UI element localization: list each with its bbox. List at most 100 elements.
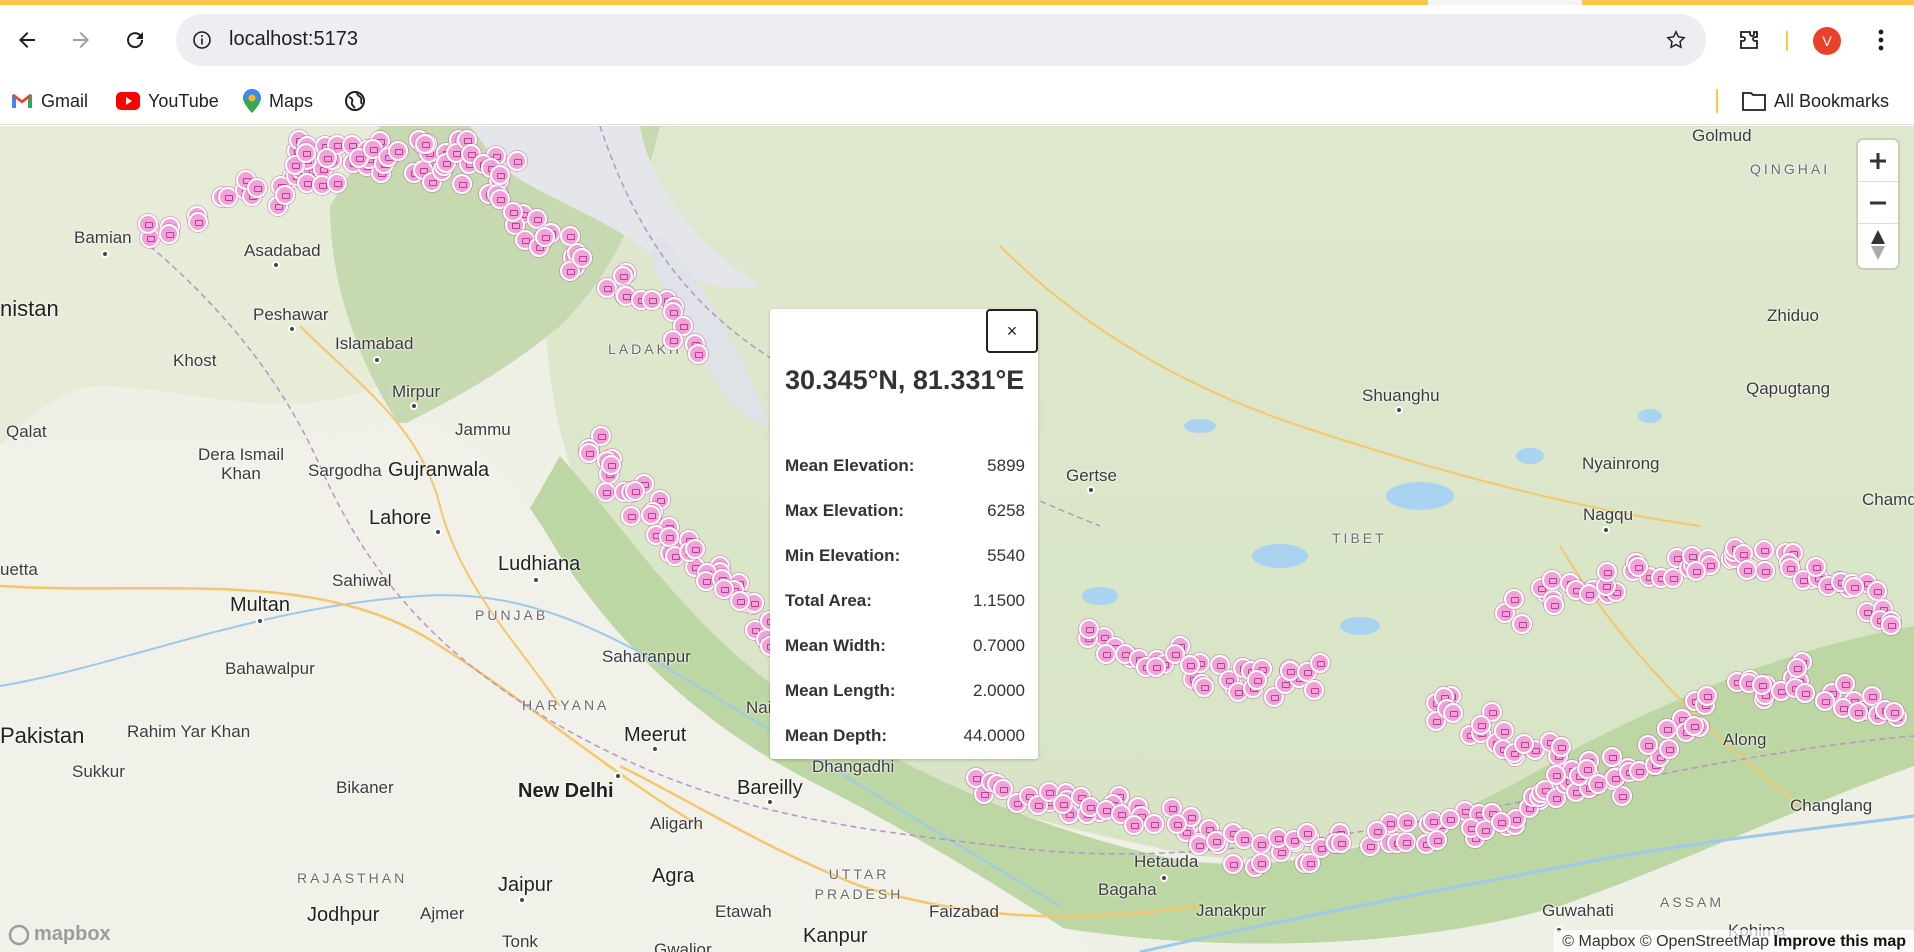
lake-marker[interactable] <box>685 539 705 559</box>
lake-marker[interactable] <box>1512 614 1532 634</box>
lake-marker[interactable] <box>1494 721 1514 741</box>
lake-marker[interactable] <box>1491 812 1511 832</box>
lake-marker[interactable] <box>1787 658 1807 678</box>
zoom-in-button[interactable] <box>1858 140 1898 182</box>
lake-marker[interactable] <box>1247 670 1267 690</box>
lake-marker[interactable] <box>1427 830 1447 850</box>
forward-button[interactable] <box>63 22 99 58</box>
back-button[interactable] <box>9 22 45 58</box>
bookmark-maps[interactable]: Maps <box>243 85 313 117</box>
lake-marker[interactable] <box>1544 595 1564 615</box>
lake-marker[interactable] <box>579 443 599 463</box>
url-text[interactable]: localhost:5173 <box>229 28 358 51</box>
lake-marker[interactable] <box>1443 703 1463 723</box>
lake-marker[interactable] <box>1551 737 1571 757</box>
lake-marker[interactable] <box>641 505 661 525</box>
lake-marker[interactable] <box>1752 675 1772 695</box>
extensions-button[interactable] <box>1732 23 1766 57</box>
lake-marker[interactable] <box>1180 655 1200 675</box>
lake-marker[interactable] <box>642 290 662 310</box>
bookmark-globe[interactable] <box>344 85 374 117</box>
lake-marker[interactable] <box>388 141 408 161</box>
lake-marker[interactable] <box>415 134 435 154</box>
mapbox-logo[interactable]: mapbox <box>8 923 111 946</box>
lake-marker[interactable] <box>572 248 592 268</box>
improve-map-link[interactable]: Improve this map <box>1774 933 1906 950</box>
lake-marker[interactable] <box>1881 615 1901 635</box>
lake-marker[interactable] <box>1367 821 1387 841</box>
lake-marker[interactable] <box>596 482 616 502</box>
lake-marker[interactable] <box>601 455 621 475</box>
lake-marker[interactable] <box>159 224 179 244</box>
lake-marker[interactable] <box>1514 734 1534 754</box>
lake-marker[interactable] <box>1167 814 1187 834</box>
attribution-osm-link[interactable]: © OpenStreetMap <box>1640 933 1769 950</box>
lake-marker[interactable] <box>663 330 683 350</box>
lake-marker[interactable] <box>317 148 337 168</box>
lake-marker[interactable] <box>1331 833 1351 853</box>
lake-marker[interactable] <box>1795 683 1815 703</box>
attribution-mapbox-link[interactable]: © Mapbox <box>1562 933 1635 950</box>
lake-marker[interactable] <box>1542 570 1562 590</box>
browser-menu-button[interactable] <box>1864 23 1898 57</box>
lake-marker[interactable] <box>1844 577 1864 597</box>
lake-marker[interactable] <box>1697 686 1717 706</box>
map-canvas[interactable]: Bamian Asadabad nistan Peshawar Islamaba… <box>0 126 1914 952</box>
lake-marker[interactable] <box>1806 557 1826 577</box>
lake-marker[interactable] <box>1755 561 1775 581</box>
bookmark-gmail[interactable]: Gmail <box>11 85 88 117</box>
lake-marker[interactable] <box>1144 814 1164 834</box>
reset-bearing-button[interactable] <box>1858 224 1898 266</box>
lake-marker[interactable] <box>1659 739 1679 759</box>
lake-marker[interactable] <box>1815 691 1835 711</box>
lake-marker[interactable] <box>1628 557 1648 577</box>
lake-marker[interactable] <box>1867 581 1887 601</box>
lake-marker[interactable] <box>613 266 633 286</box>
lake-marker[interactable] <box>1657 719 1677 739</box>
bookmark-star-icon[interactable] <box>1662 26 1690 54</box>
lake-marker[interactable] <box>1884 702 1904 722</box>
lake-marker[interactable] <box>1310 653 1330 673</box>
all-bookmarks-button[interactable]: All Bookmarks <box>1742 85 1889 117</box>
lake-marker[interactable] <box>1848 702 1868 722</box>
lake-marker[interactable] <box>535 227 555 247</box>
lake-marker[interactable] <box>275 185 295 205</box>
lake-marker[interactable] <box>1223 854 1243 874</box>
lake-marker[interactable] <box>1096 644 1116 664</box>
lake-marker[interactable] <box>1686 561 1706 581</box>
bookmark-youtube[interactable]: YouTube <box>116 85 219 117</box>
lake-marker[interactable] <box>247 178 267 198</box>
lake-marker[interactable] <box>1397 812 1417 832</box>
lake-marker[interactable] <box>1471 715 1491 735</box>
zoom-out-button[interactable] <box>1858 182 1898 224</box>
lake-marker[interactable] <box>1146 657 1166 677</box>
popup-close-button[interactable]: × <box>986 309 1038 353</box>
lake-marker[interactable] <box>1546 765 1566 785</box>
lake-marker[interactable] <box>1597 562 1617 582</box>
lake-marker[interactable] <box>1396 832 1416 852</box>
lake-marker[interactable] <box>507 151 527 171</box>
lake-marker[interactable] <box>1194 677 1214 697</box>
lake-marker[interactable] <box>659 527 679 547</box>
lake-marker[interactable] <box>730 591 750 611</box>
lake-marker[interactable] <box>490 165 510 185</box>
lake-marker[interactable] <box>1684 716 1704 736</box>
lake-marker[interactable] <box>625 481 645 501</box>
lake-marker[interactable] <box>1754 540 1774 560</box>
lake-marker[interactable] <box>1638 735 1658 755</box>
lake-marker[interactable] <box>1602 747 1622 767</box>
lake-marker[interactable] <box>1737 560 1757 580</box>
lake-marker[interactable] <box>503 202 523 222</box>
lake-marker[interactable] <box>1304 680 1324 700</box>
lake-marker[interactable] <box>1504 589 1524 609</box>
site-info-icon[interactable] <box>188 26 216 54</box>
lake-marker[interactable] <box>452 174 472 194</box>
lake-marker[interactable] <box>327 173 347 193</box>
profile-avatar[interactable]: V <box>1813 27 1841 55</box>
lake-marker[interactable] <box>188 212 208 232</box>
lake-marker[interactable] <box>296 143 316 163</box>
lake-marker[interactable] <box>688 344 708 364</box>
lake-marker[interactable] <box>621 506 641 526</box>
lake-marker[interactable] <box>1251 853 1271 873</box>
address-bar[interactable]: localhost:5173 <box>176 14 1706 66</box>
